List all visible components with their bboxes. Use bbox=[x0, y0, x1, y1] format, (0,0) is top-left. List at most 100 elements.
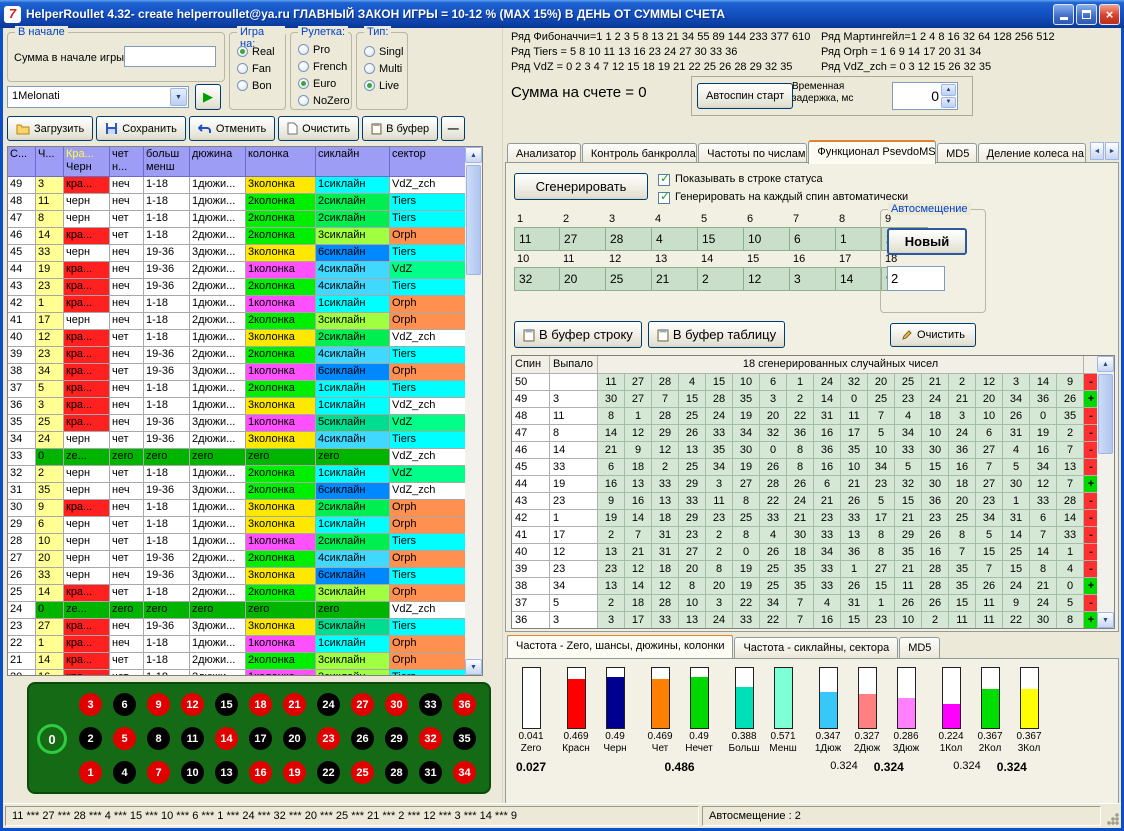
radio-bon[interactable]: Bon bbox=[237, 77, 283, 94]
board-number-6[interactable]: 6 bbox=[113, 693, 136, 716]
spin-table-row[interactable]: 4419161333293272826621233230182730127+ bbox=[512, 476, 1097, 493]
board-number-28[interactable]: 28 bbox=[385, 761, 408, 784]
main-tab-3[interactable]: Функционал PsevdoMS bbox=[808, 140, 936, 164]
spin-table-row[interactable]: 4811812825241920223111741831026035- bbox=[512, 408, 1097, 425]
autoshift-input[interactable] bbox=[887, 266, 945, 291]
show-in-status-checkbox[interactable]: ✓ Показывать в строке статуса bbox=[658, 173, 823, 186]
table-row[interactable]: 4811черннеч1-181дюжи...2колонка2сиклайнT… bbox=[8, 194, 465, 211]
board-number-26[interactable]: 26 bbox=[351, 727, 374, 750]
radio-live[interactable]: Live bbox=[364, 77, 405, 94]
table-row[interactable]: 309кра...неч1-181дюжи...3колонка2сиклайн… bbox=[8, 500, 465, 517]
spins-scroll-down-button[interactable]: ▼ bbox=[1097, 612, 1114, 628]
table-row[interactable]: 2810чернчет1-181дюжи...1колонка2сиклайнT… bbox=[8, 534, 465, 551]
main-tab-5[interactable]: Деление колеса на bbox=[978, 143, 1086, 164]
spin-table-row[interactable]: 38341314128201925353326151128352624210+ bbox=[512, 578, 1097, 595]
main-tab-0[interactable]: Анализатор bbox=[507, 143, 581, 164]
play-button[interactable]: ▶ bbox=[195, 84, 221, 110]
generate-button[interactable]: Сгенерировать bbox=[514, 173, 648, 200]
table-row[interactable]: 3834кра...чет19-363дюжи...1колонка6сикла… bbox=[8, 364, 465, 381]
tab-scroll-right-button[interactable]: ► bbox=[1105, 142, 1119, 160]
board-number-32[interactable]: 32 bbox=[419, 727, 442, 750]
clear-button[interactable]: Очистить bbox=[278, 116, 359, 141]
table-row[interactable]: 2327кра...неч19-363дюжи...3колонка5сикла… bbox=[8, 619, 465, 636]
column-header[interactable]: дюжина bbox=[190, 147, 246, 177]
column-header[interactable]: С... bbox=[8, 147, 36, 177]
table-row[interactable]: 2633черннеч19-363дюжи...3колонка6сиклайн… bbox=[8, 568, 465, 585]
table-row[interactable]: 375кра...неч1-181дюжи...2колонка1сиклайн… bbox=[8, 381, 465, 398]
board-number-35[interactable]: 35 bbox=[453, 727, 476, 750]
table-row[interactable]: 478чернчет1-181дюжи...2колонка2сиклайнTi… bbox=[8, 211, 465, 228]
save-button[interactable]: Сохранить bbox=[96, 116, 186, 141]
column-header[interactable]: сектор bbox=[390, 147, 467, 177]
radio-real[interactable]: Real bbox=[237, 43, 283, 60]
table-row[interactable]: 322чернчет1-181дюжи...2колонка1сиклайнVd… bbox=[8, 466, 465, 483]
board-number-12[interactable]: 12 bbox=[181, 693, 204, 716]
frequency-tab-1[interactable]: Частота - сиклайны, сектора bbox=[734, 637, 898, 658]
board-number-18[interactable]: 18 bbox=[249, 693, 272, 716]
column-header[interactable]: сиклайн bbox=[316, 147, 390, 177]
board-number-24[interactable]: 24 bbox=[317, 693, 340, 716]
column-header[interactable]: Кра...Черн bbox=[64, 147, 110, 177]
table-row[interactable]: 2720чернчет19-362дюжи...2колонка4сиклайн… bbox=[8, 551, 465, 568]
board-number-19[interactable]: 19 bbox=[283, 761, 306, 784]
board-number-25[interactable]: 25 bbox=[351, 761, 374, 784]
board-number-22[interactable]: 22 bbox=[317, 761, 340, 784]
board-number-0[interactable]: 0 bbox=[37, 724, 67, 754]
load-button[interactable]: Загрузить bbox=[7, 116, 93, 141]
table-row[interactable]: 4117черннеч1-182дюжи...2колонка3сиклайнO… bbox=[8, 313, 465, 330]
column-header[interactable]: четн... bbox=[110, 147, 144, 177]
board-number-7[interactable]: 7 bbox=[147, 761, 170, 784]
delay-input[interactable] bbox=[895, 85, 939, 107]
radio-french[interactable]: French bbox=[298, 58, 349, 75]
board-number-8[interactable]: 8 bbox=[147, 727, 170, 750]
frequency-tab-0[interactable]: Частота - Zero, шансы, дюжины, колонки bbox=[507, 635, 733, 658]
table-row[interactable]: 421кра...неч1-181дюжи...1колонка1сиклайн… bbox=[8, 296, 465, 313]
tab-scroll-left-button[interactable]: ◄ bbox=[1090, 142, 1104, 160]
copy-table-button[interactable]: В буфер таблицу bbox=[648, 321, 785, 348]
spin-table-row[interactable]: 46142191213353008363510333036274167- bbox=[512, 442, 1097, 459]
table-row[interactable]: 4323кра...неч19-362дюжи...2колонка4сикла… bbox=[8, 279, 465, 296]
radio-euro[interactable]: Euro bbox=[298, 75, 349, 92]
board-number-11[interactable]: 11 bbox=[181, 727, 204, 750]
board-number-36[interactable]: 36 bbox=[453, 693, 476, 716]
profile-dropdown-button[interactable]: ▼ bbox=[170, 88, 187, 106]
board-number-31[interactable]: 31 bbox=[419, 761, 442, 784]
radio-multi[interactable]: Multi bbox=[364, 60, 405, 77]
main-tab-1[interactable]: Контроль банкролла bbox=[582, 143, 697, 164]
column-header[interactable]: колонка bbox=[246, 147, 316, 177]
board-number-14[interactable]: 14 bbox=[215, 727, 238, 750]
board-number-2[interactable]: 2 bbox=[79, 727, 102, 750]
radio-nozero[interactable]: NoZero bbox=[298, 92, 349, 109]
spins-scroll-thumb[interactable] bbox=[1098, 374, 1113, 454]
board-number-5[interactable]: 5 bbox=[113, 727, 136, 750]
board-number-34[interactable]: 34 bbox=[453, 761, 476, 784]
radio-fan[interactable]: Fan bbox=[237, 60, 283, 77]
table-row[interactable]: 363кра...неч1-181дюжи...3колонка1сиклайн… bbox=[8, 398, 465, 415]
clear-generated-button[interactable]: Очистить bbox=[890, 323, 976, 347]
spin-table-row[interactable]: 36331733132433227161523102111122308+ bbox=[512, 612, 1097, 629]
table-row[interactable]: 240ze...zerozerozerozerozeroVdZ_zch bbox=[8, 602, 465, 619]
table-row[interactable]: 296чернчет1-181дюжи...3колонка1сиклайнOr… bbox=[8, 517, 465, 534]
frequency-tab-2[interactable]: MD5 bbox=[899, 637, 940, 658]
board-number-29[interactable]: 29 bbox=[385, 727, 408, 750]
generate-each-spin-checkbox[interactable]: ✓ Генерировать на каждый спин автоматиче… bbox=[658, 191, 908, 204]
spin-table-row[interactable]: 432391613331182224212651536202313328- bbox=[512, 493, 1097, 510]
resize-grip[interactable] bbox=[1106, 812, 1119, 825]
table-row[interactable]: 2016кра...чет1-182дюжи...1колонка3сиклай… bbox=[8, 670, 465, 676]
profile-combobox[interactable]: 1Melonati ▼ bbox=[7, 86, 189, 108]
table-row[interactable]: 4614кра...чет1-182дюжи...2колонка3сиклай… bbox=[8, 228, 465, 245]
spin-table-row[interactable]: 40121321312720261834368351671525141- bbox=[512, 544, 1097, 561]
history-scroll-thumb[interactable] bbox=[466, 165, 481, 275]
new-button[interactable]: Новый bbox=[887, 228, 967, 255]
board-number-23[interactable]: 23 bbox=[317, 727, 340, 750]
minimize-button[interactable] bbox=[1053, 4, 1074, 25]
table-row[interactable]: 3525кра...неч19-363дюжи...1колонка5сикла… bbox=[8, 415, 465, 432]
spin-table-row[interactable]: 49330277152835321402523242120343626+ bbox=[512, 391, 1097, 408]
board-number-27[interactable]: 27 bbox=[351, 693, 374, 716]
board-number-3[interactable]: 3 bbox=[79, 693, 102, 716]
history-scroll-down-button[interactable]: ▼ bbox=[465, 659, 482, 675]
main-tab-2[interactable]: Частоты по числам bbox=[698, 143, 807, 164]
board-number-30[interactable]: 30 bbox=[385, 693, 408, 716]
delay-up-button[interactable]: ▲ bbox=[941, 84, 956, 96]
start-sum-input[interactable] bbox=[124, 46, 216, 67]
